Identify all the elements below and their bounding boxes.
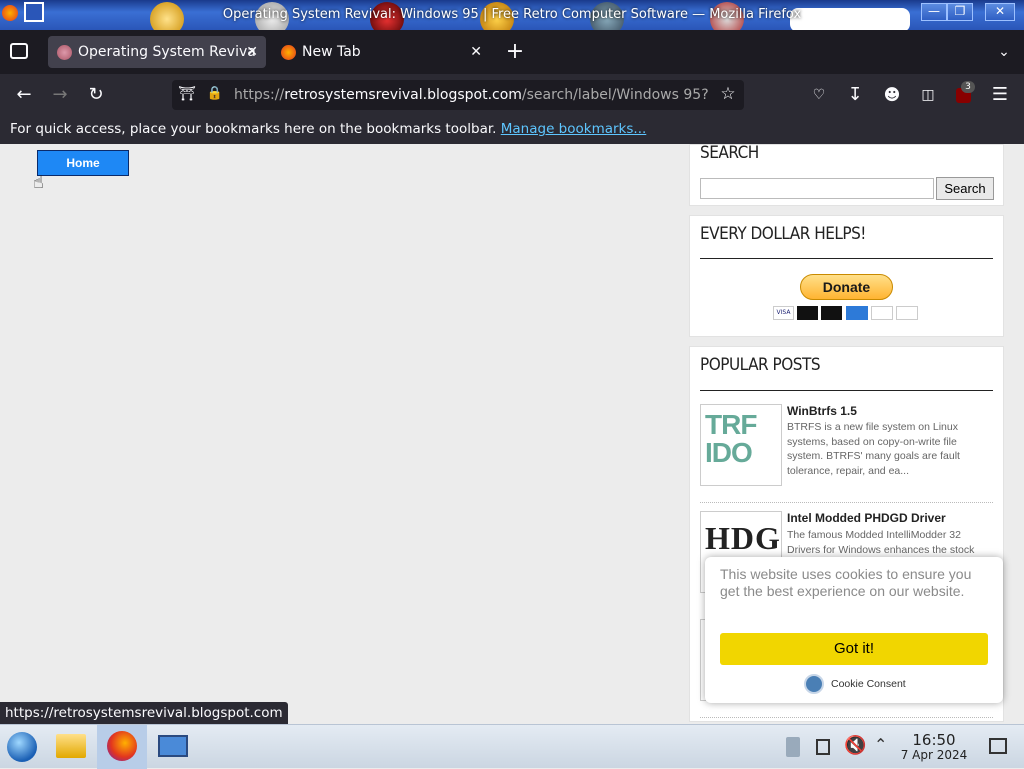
search-widget-title: SEARCH [700,143,759,163]
clock-date[interactable]: 7 Apr 2024 [897,748,971,762]
list-all-tabs-button[interactable]: ⌄ [994,36,1014,68]
back-button[interactable]: ← [11,82,37,108]
file-manager-icon[interactable] [48,725,94,769]
donate-button[interactable]: Donate [800,274,893,300]
post-summary: The famous Modded IntelliModder 32 Drive… [787,529,975,556]
cookie-consent-logo-icon [804,674,824,694]
tab-close-icon[interactable]: ✕ [470,36,482,68]
clipboard-icon[interactable] [786,737,800,757]
extension-badge: 3 [961,81,975,93]
tab-list-icon[interactable] [10,43,28,59]
cookie-message: This website uses cookies to ensure you … [720,566,972,599]
post-thumbnail[interactable]: TRF IDO [700,404,782,486]
reload-button[interactable]: ↻ [83,82,109,108]
bookmark-star-icon[interactable]: ☆ [716,84,740,106]
home-button[interactable]: Home [37,150,129,176]
tab-label: New Tab [302,44,361,60]
post-summary: BTRFS is a new file system on Linux syst… [787,421,960,477]
notes-icon[interactable] [816,739,830,755]
app-menu-button[interactable]: ☰ [987,82,1013,108]
divider [700,717,993,718]
tab-label: Operating System Reviva [78,44,256,60]
taskbar: 🔇 ⌃ 16:50 7 Apr 2024 [0,724,1024,769]
bookmarks-hint: For quick access, place your bookmarks h… [10,121,497,137]
payment-cards-icon: VISA [773,306,923,321]
divider [700,502,993,503]
maximize-button[interactable]: ❐ [947,3,973,21]
status-link-url: https://retrosystemsrevival.blogspot.com [0,702,288,724]
post-title-winbtrfs[interactable]: WinBtrfs 1.5 [787,404,857,418]
url-text[interactable]: https://retrosystemsrevival.blogspot.com… [234,87,712,103]
cookie-accept-button[interactable]: Got it! [720,633,988,665]
show-hidden-icons-icon[interactable]: ⌃ [874,735,887,754]
donate-widget-title: EVERY DOLLAR HELPS! [700,224,866,244]
forward-button[interactable]: → [47,82,73,108]
post-title-intel-phdgd[interactable]: Intel Modded PHDGD Driver [787,511,946,525]
show-desktop-icon[interactable] [989,738,1007,754]
cookie-consent-brand[interactable]: Cookie Consent [831,678,906,690]
new-tab-button[interactable]: + [505,36,525,68]
tab-new-tab[interactable]: New Tab ✕ [272,36,490,68]
bookmarks-toolbar: For quick access, place your bookmarks h… [0,116,1024,144]
hand-cursor-icon: ☝ [33,172,44,193]
system-settings-icon[interactable] [150,725,196,769]
downloads-icon[interactable]: ↧ [842,82,868,108]
donate-widget: EVERY DOLLAR HELPS! Donate VISA [689,215,1004,337]
site-favicon-icon [57,45,72,60]
tab-close-icon[interactable]: ✕ [246,36,258,68]
firefox-taskbar-button[interactable] [97,725,147,769]
clock-time[interactable]: 16:50 [900,731,968,749]
tracking-shield-icon[interactable]: ⛩ [178,86,196,104]
firefox-icon [281,45,296,60]
search-button[interactable]: Search [936,177,994,200]
manage-bookmarks-link[interactable]: Manage bookmarks... [501,121,647,137]
tab-bar: Operating System Reviva ✕ New Tab ✕ + ⌄ [0,30,1024,74]
account-icon[interactable]: ☻ [879,82,905,108]
volume-muted-icon[interactable]: 🔇 [844,735,866,756]
tab-operating-system-revival[interactable]: Operating System Reviva ✕ [48,36,266,68]
close-button[interactable]: ✕ [985,3,1015,21]
search-widget: SEARCH Search [689,143,1004,206]
popular-posts-title: POPULAR POSTS [700,355,821,375]
lock-icon[interactable]: 🔒 [206,86,224,104]
start-menu-button[interactable] [0,725,46,769]
minimize-button[interactable]: — [921,3,947,21]
search-input[interactable] [700,178,934,199]
extensions-icon[interactable]: ◫ [915,82,941,108]
window-title-bar: Operating System Revival: Windows 95 | F… [0,0,1024,30]
pocket-icon[interactable]: ♡ [806,82,832,108]
window-title: Operating System Revival: Windows 95 | F… [222,7,802,22]
